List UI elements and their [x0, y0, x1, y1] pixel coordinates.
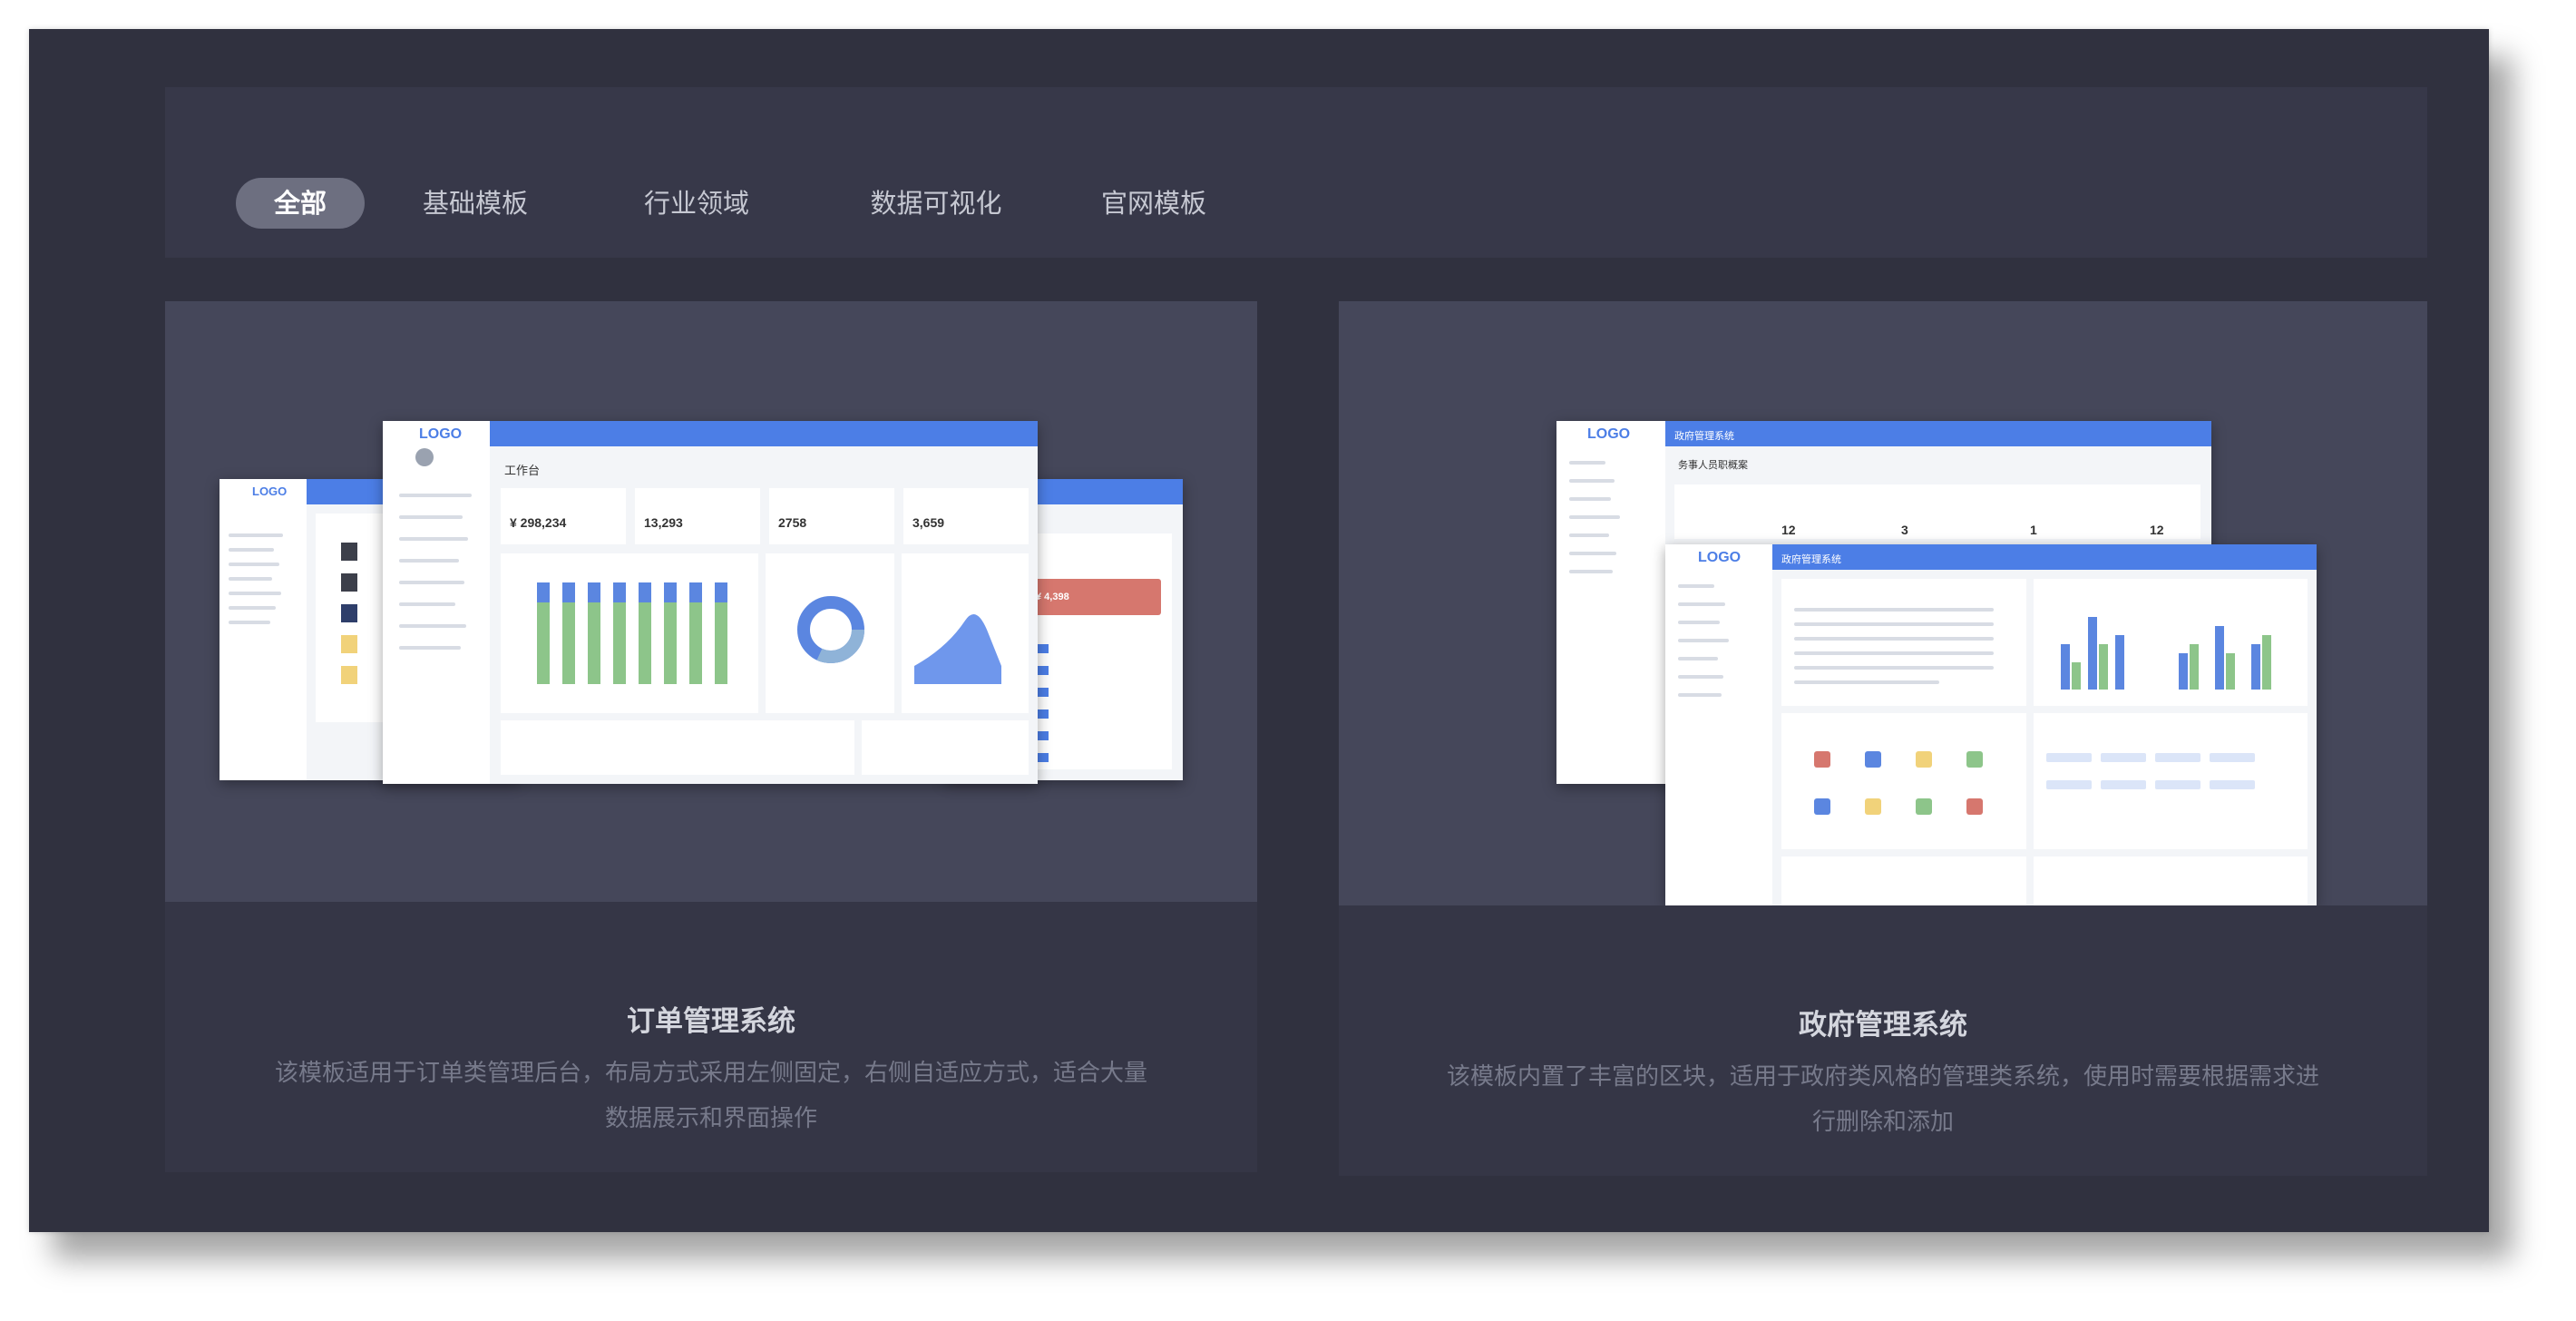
preview-donut-chart	[797, 596, 864, 663]
template-card-order-management[interactable]: LOGO ¥ 4,398 LOGO 工作台 ¥ 298,234 13,293 2…	[165, 301, 1257, 1172]
preview-gov-section: 务事人员职概案	[1678, 460, 1748, 471]
preview-gov-front-title: 政府管理系统	[1781, 554, 1841, 565]
preview-gov-logo-front: LOGO	[1698, 550, 1742, 565]
preview-gov-logo: LOGO	[1587, 426, 1631, 442]
category-tab-bar: 全部 基础模板 行业领域 数据可视化 官网模板	[165, 87, 2427, 258]
preview-gov-count-3: 1	[2030, 523, 2037, 537]
template-gallery-window: 全部 基础模板 行业领域 数据可视化 官网模板 LOGO ¥ 4,398 LOG…	[29, 29, 2489, 1232]
preview-area-chart	[914, 613, 1001, 684]
preview-mock-front: LOGO 工作台 ¥ 298,234 13,293 2758 3,659	[383, 421, 1038, 784]
card-description-line2: 数据展示和界面操作	[604, 1105, 817, 1132]
tab-data-visualization[interactable]: 数据可视化	[845, 178, 1027, 229]
template-card-government-management[interactable]: LOGO 政府管理系统 务事人员职概案 12 3 1 12 LOGO 政府管理系…	[1339, 301, 2427, 1176]
card-description-line1: 该模板内置了丰富的区块，适用于政府类风格的管理类系统，使用时需要根据需求进	[1446, 1063, 2319, 1091]
template-preview-image: LOGO ¥ 4,398 LOGO 工作台 ¥ 298,234 13,293 2…	[165, 301, 1257, 902]
preview-alert-value: ¥ 4,398	[1036, 592, 1069, 602]
preview-gov-bar-chart	[2061, 617, 2271, 690]
preview-logo-front: LOGO	[419, 426, 463, 442]
preview-stat-products: 3,659	[912, 515, 945, 530]
tab-industry[interactable]: 行业领域	[624, 178, 769, 229]
preview-stat-orders: 13,293	[644, 515, 683, 530]
card-description-line2: 行删除和添加	[1811, 1109, 1954, 1136]
card-title: 订单管理系统	[627, 1005, 795, 1038]
preview-gov-back-title: 政府管理系统	[1674, 431, 1734, 442]
preview-logo: LOGO	[252, 484, 288, 498]
template-preview-image: LOGO 政府管理系统 务事人员职概案 12 3 1 12 LOGO 政府管理系…	[1339, 301, 2427, 905]
tab-basic-templates[interactable]: 基础模板	[403, 178, 548, 229]
card-title: 政府管理系统	[1799, 1009, 1967, 1042]
preview-gov-count-2: 3	[1901, 523, 1908, 537]
preview-stat-sales: ¥ 298,234	[510, 515, 567, 530]
tab-website-templates[interactable]: 官网模板	[1081, 178, 1226, 229]
card-description-line1: 该模板适用于订单类管理后台，布局方式采用左侧固定，右侧自适应方式，适合大量	[274, 1060, 1147, 1087]
preview-bar-chart	[537, 582, 727, 684]
preview-gov-mock-front: LOGO 政府管理系统	[1665, 544, 2317, 905]
preview-page-title: 工作台	[504, 464, 541, 477]
preview-stat-customers: 2758	[778, 515, 807, 530]
tab-all[interactable]: 全部	[236, 178, 365, 229]
preview-gov-count-1: 12	[1781, 523, 1796, 537]
preview-gov-count-4: 12	[2150, 523, 2164, 537]
